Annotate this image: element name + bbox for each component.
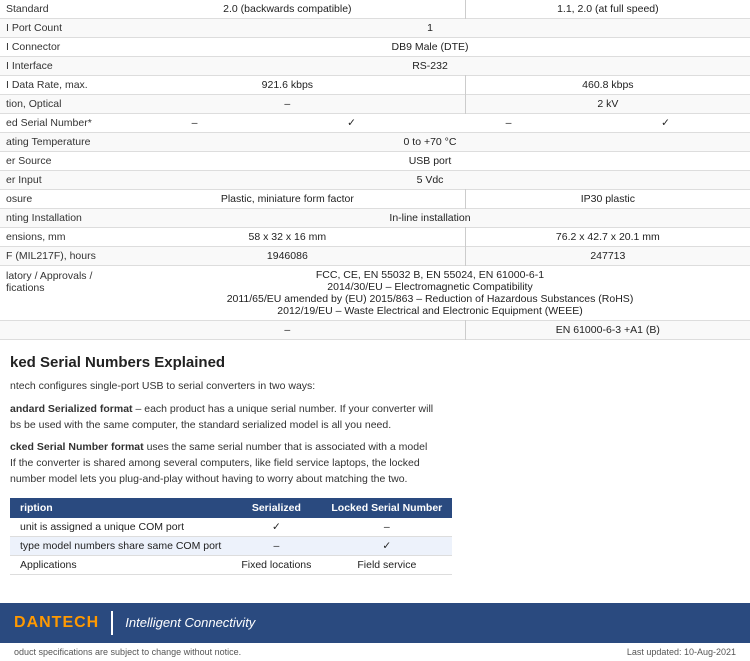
- brand-d: D: [14, 614, 27, 631]
- table-row: ensions, mm 58 x 32 x 16 mm 76.2 x 42.7 …: [0, 228, 750, 247]
- row-col2: 76.2 x 42.7 x 20.1 mm: [465, 228, 750, 247]
- row-col1: 1946086: [110, 247, 465, 266]
- row-label: ating Temperature: [0, 133, 110, 152]
- row-label: osure: [0, 190, 110, 209]
- inner-row-label: type model numbers share same COM port: [10, 536, 231, 555]
- row-col2: 2 kV: [465, 95, 750, 114]
- table-row: tion, Optical – 2 kV: [0, 95, 750, 114]
- footer-note-right: Last updated: 10-Aug-2021: [627, 647, 736, 657]
- inner-col-serialized: Serialized: [231, 498, 321, 518]
- footer-note-bar: oduct specifications are subject to chan…: [0, 643, 750, 661]
- brand-logo: DANTECH: [14, 614, 99, 632]
- row-label: F (MIL217F), hours: [0, 247, 110, 266]
- row-label: er Input: [0, 171, 110, 190]
- inner-row-serialized: Fixed locations: [231, 555, 321, 574]
- row-col1: 0 to +70 °C: [110, 133, 750, 152]
- table-row: Standard 2.0 (backwards compatible) 1.1,…: [0, 0, 750, 19]
- row-label: Standard: [0, 0, 110, 19]
- inner-table-row: type model numbers share same COM port –…: [10, 536, 452, 555]
- table-row: osure Plastic, miniature form factor IP3…: [0, 190, 750, 209]
- row-col1: Plastic, miniature form factor: [110, 190, 465, 209]
- sn-col3: –: [430, 117, 587, 129]
- row-label: er Source: [0, 152, 110, 171]
- sn-col1: –: [116, 117, 273, 129]
- sn-col4: ✓: [587, 117, 744, 129]
- table-row: I Data Rate, max. 921.6 kbps 460.8 kbps: [0, 76, 750, 95]
- sn-col2: ✓: [273, 117, 430, 129]
- table-row: ating Temperature 0 to +70 °C: [0, 133, 750, 152]
- row-label: latory / Approvals /fications: [0, 266, 110, 321]
- table-row: ed Serial Number* – ✓ – ✓: [0, 114, 750, 133]
- explained-heading: ked Serial Numbers Explained: [10, 354, 740, 371]
- row-label: nting Installation: [0, 209, 110, 228]
- inner-col-label: ription: [10, 498, 231, 518]
- inner-row-locked: –: [321, 518, 452, 537]
- specs-table: Standard 2.0 (backwards compatible) 1.1,…: [0, 0, 750, 340]
- locked-title: cked Serial Number format: [10, 441, 144, 453]
- explained-section: ked Serial Numbers Explained ntech confi…: [0, 340, 750, 585]
- row-col1: RS-232: [110, 57, 750, 76]
- row-col2: EN 61000-6-3 +A1 (B): [465, 321, 750, 340]
- row-col1: 1: [110, 19, 750, 38]
- row-label: I Data Rate, max.: [0, 76, 110, 95]
- footer-divider: [111, 611, 113, 635]
- inner-table-row: Applications Fixed locations Field servi…: [10, 555, 452, 574]
- row-label: I Port Count: [0, 19, 110, 38]
- row-col1: –: [110, 321, 465, 340]
- row-label: ensions, mm: [0, 228, 110, 247]
- explained-standard: andard Serialized format – each product …: [10, 402, 740, 434]
- brand-rest: ANTECH: [27, 614, 100, 631]
- row-col1: 5 Vdc: [110, 171, 750, 190]
- footer-tagline: Intelligent Connectivity: [125, 615, 255, 630]
- row-col1: In-line installation: [110, 209, 750, 228]
- table-row: nting Installation In-line installation: [0, 209, 750, 228]
- table-row: er Source USB port: [0, 152, 750, 171]
- inner-row-label: unit is assigned a unique COM port: [10, 518, 231, 537]
- inner-row-serialized: ✓: [231, 518, 321, 537]
- row-col2: 1.1, 2.0 (at full speed): [465, 0, 750, 19]
- explained-locked: cked Serial Number format uses the same …: [10, 440, 740, 487]
- row-label: [0, 321, 110, 340]
- inner-row-label: Applications: [10, 555, 231, 574]
- inner-row-locked: Field service: [321, 555, 452, 574]
- inner-row-locked: ✓: [321, 536, 452, 555]
- standard-title: andard Serialized format: [10, 403, 133, 415]
- table-row: I Interface RS-232: [0, 57, 750, 76]
- table-row: er Input 5 Vdc: [0, 171, 750, 190]
- row-label: I Interface: [0, 57, 110, 76]
- row-regulatory: FCC, CE, EN 55032 B, EN 55024, EN 61000-…: [110, 266, 750, 321]
- row-col1: 921.6 kbps: [110, 76, 465, 95]
- footer-bar: DANTECH Intelligent Connectivity: [0, 603, 750, 643]
- row-col1: DB9 Male (DTE): [110, 38, 750, 57]
- inner-comparison-table: ription Serialized Locked Serial Number …: [10, 498, 452, 575]
- table-row: I Connector DB9 Male (DTE): [0, 38, 750, 57]
- row-cols: – ✓ – ✓: [110, 114, 750, 133]
- row-col2: 247713: [465, 247, 750, 266]
- row-label: ed Serial Number*: [0, 114, 110, 133]
- inner-table-row: unit is assigned a unique COM port ✓ –: [10, 518, 452, 537]
- footer-note-left: oduct specifications are subject to chan…: [14, 647, 241, 657]
- row-col2: IP30 plastic: [465, 190, 750, 209]
- inner-col-locked: Locked Serial Number: [321, 498, 452, 518]
- inner-row-serialized: –: [231, 536, 321, 555]
- row-col1: USB port: [110, 152, 750, 171]
- row-col1: 58 x 32 x 16 mm: [110, 228, 465, 247]
- row-col2: 460.8 kbps: [465, 76, 750, 95]
- explained-intro: ntech configures single-port USB to seri…: [10, 379, 740, 395]
- row-label: I Connector: [0, 38, 110, 57]
- table-row: F (MIL217F), hours 1946086 247713: [0, 247, 750, 266]
- row-label: tion, Optical: [0, 95, 110, 114]
- table-row: I Port Count 1: [0, 19, 750, 38]
- row-col1: –: [110, 95, 465, 114]
- row-col1: 2.0 (backwards compatible): [110, 0, 465, 19]
- table-row: – EN 61000-6-3 +A1 (B): [0, 321, 750, 340]
- table-row: latory / Approvals /fications FCC, CE, E…: [0, 266, 750, 321]
